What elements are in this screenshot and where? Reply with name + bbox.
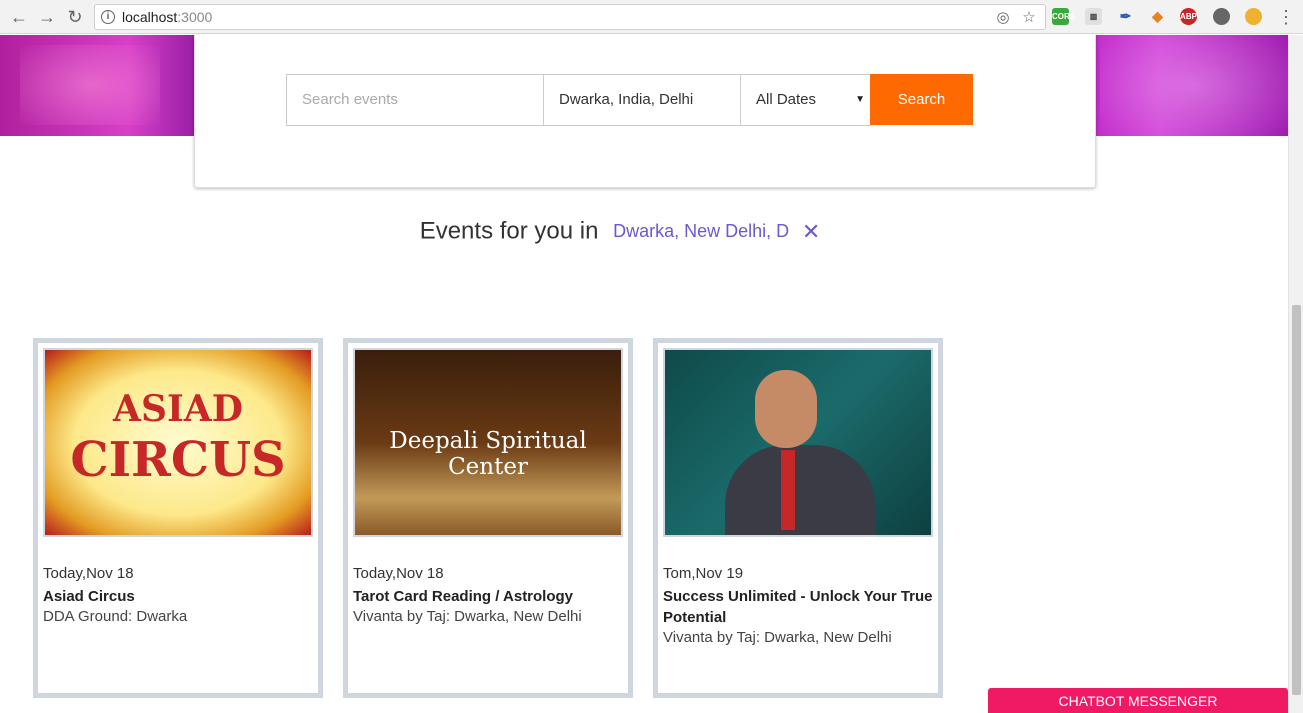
address-bar[interactable]: i localhost:3000 ◎ ☆ <box>94 4 1046 30</box>
scrollbar[interactable] <box>1288 35 1303 713</box>
speaker-head <box>755 370 817 448</box>
event-image[interactable]: Deepali Spiritual Center <box>353 348 623 537</box>
menu-icon[interactable]: ⋮ <box>1275 6 1297 28</box>
events-location-link[interactable]: Dwarka, New Delhi, D <box>613 221 789 241</box>
back-icon[interactable]: ← <box>8 6 30 28</box>
event-title[interactable]: Tarot Card Reading / Astrology <box>353 586 625 607</box>
event-title[interactable]: Asiad Circus <box>43 586 315 607</box>
browser-toolbar: ← → ↻ i localhost:3000 ◎ ☆ CORS ▩ ✒ ◆ AB… <box>0 0 1303 34</box>
event-venue: DDA Ground: Dwarka <box>43 608 188 625</box>
image-text: CIRCUS <box>70 432 286 488</box>
event-card[interactable]: ASIAD CIRCUS Today,Nov 18 Asiad Circus D… <box>33 338 323 698</box>
event-card[interactable]: Deepali Spiritual Center Today,Nov 18 Ta… <box>343 338 633 698</box>
event-title[interactable]: Success Unlimited - Unlock Your True Pot… <box>663 586 935 628</box>
bookmark-star-icon[interactable]: ☆ <box>1019 8 1039 28</box>
search-panel: Search events Dwarka, India, Delhi All D… <box>194 35 1096 188</box>
location-target-icon[interactable]: ◎ <box>993 8 1013 28</box>
chatbot-messenger-button[interactable]: CHATBOT MESSENGER <box>988 688 1288 713</box>
dropdown-arrow-icon: ▼ <box>855 94 865 105</box>
speaker-suit <box>725 445 875 535</box>
search-input[interactable]: Search events <box>286 74 544 126</box>
event-card[interactable]: Tom,Nov 19 Success Unlimited - Unlock Yo… <box>653 338 943 698</box>
search-button[interactable]: Search <box>870 74 973 125</box>
hero-image-left <box>20 45 160 125</box>
circle-extension-icon[interactable] <box>1213 8 1230 25</box>
event-venue: Vivanta by Taj: Dwarka, New Delhi <box>353 608 582 625</box>
cors-extension-icon[interactable]: CORS <box>1052 8 1075 25</box>
page-viewport: Search events Dwarka, India, Delhi All D… <box>0 35 1288 713</box>
speaker-tie <box>781 450 795 530</box>
event-image[interactable] <box>663 348 933 537</box>
scrollbar-thumb[interactable] <box>1292 305 1301 695</box>
location-input[interactable]: Dwarka, India, Delhi <box>543 74 741 126</box>
image-text: Deepali Spiritual Center <box>389 428 587 480</box>
hero-image-right <box>1100 35 1288 136</box>
event-venue: Vivanta by Taj: Dwarka, New Delhi <box>663 629 892 646</box>
metamask-extension-icon[interactable]: ◆ <box>1149 8 1166 25</box>
cookie-extension-icon[interactable] <box>1245 8 1262 25</box>
date-select[interactable]: All Dates ▼ <box>740 74 871 126</box>
event-date: Today,Nov 18 <box>353 565 444 582</box>
info-icon[interactable]: i <box>101 10 115 24</box>
adblock-extension-icon[interactable]: ABP <box>1180 8 1197 25</box>
image-text: ASIAD <box>113 388 243 430</box>
cast-extension-icon[interactable]: ▩ <box>1085 8 1102 25</box>
address-url[interactable]: localhost:3000 <box>122 9 212 25</box>
reload-icon[interactable]: ↻ <box>64 6 86 28</box>
forward-icon[interactable]: → <box>36 6 58 28</box>
events-heading: Events for you in Dwarka, New Delhi, D ✕ <box>0 217 1240 246</box>
events-heading-text: Events for you in <box>419 217 599 245</box>
event-date: Tom,Nov 19 <box>663 565 744 582</box>
event-image[interactable]: ASIAD CIRCUS <box>43 348 313 537</box>
eyedropper-extension-icon[interactable]: ✒ <box>1117 8 1134 25</box>
clear-location-icon[interactable]: ✕ <box>802 219 820 244</box>
event-date: Today,Nov 18 <box>43 565 134 582</box>
date-select-value: All Dates <box>756 91 817 108</box>
